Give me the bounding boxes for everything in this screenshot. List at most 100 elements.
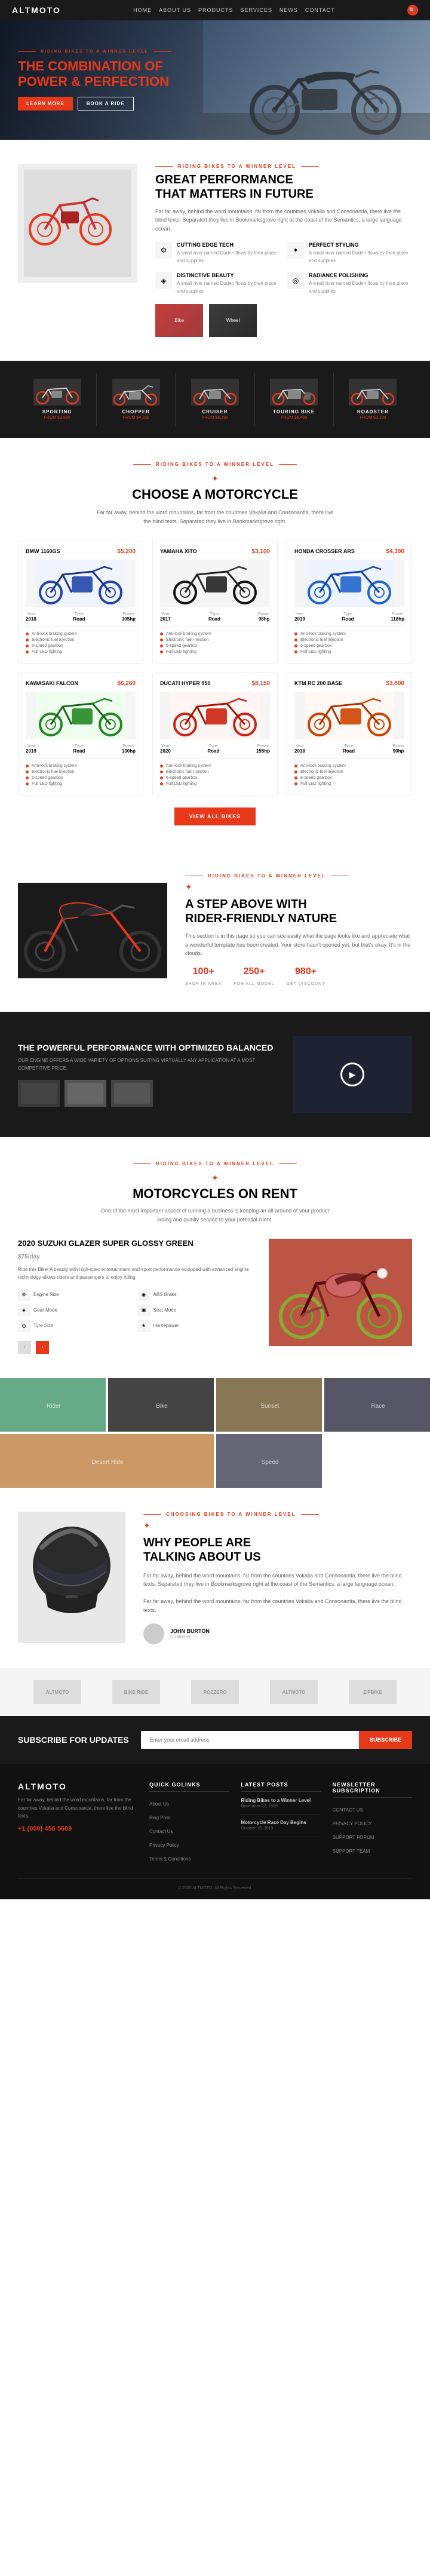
rental-next-button[interactable]: › [36, 1341, 49, 1354]
category-roadster[interactable]: ROADSTER FROM $3,190 [334, 373, 412, 426]
sporting-label: SPORTING [21, 409, 93, 415]
choose-section: RIDING BIKES TO A WINNER LEVEL ✦ CHOOSE … [0, 438, 430, 849]
moto-specs-ktm: Year2018 TypeRoad Power90hp [294, 744, 404, 754]
hero-section: RIDING BIKES TO A WINNER LEVEL THE COMBI… [0, 20, 430, 140]
moto-card-ducati: DUCATI HYPER 950 $8,150 Year2020 [152, 673, 278, 796]
gallery-item-6[interactable]: Speed + [216, 1434, 322, 1488]
footer-link-terms[interactable]: Terms & Conditions [149, 1856, 191, 1862]
nav-home[interactable]: HOME [133, 7, 152, 13]
moto-features-ducati: Anti-lock braking system Electronic fuel… [160, 759, 270, 786]
features-description: Far far away, behind the word mountains,… [155, 207, 412, 233]
features-section: RIDING BIKES TO A WINNER LEVEL GREAT PER… [0, 140, 430, 361]
rentals-section: RIDING BIKES TO A WINNER LEVEL ✦ MOTORCY… [0, 1137, 430, 1377]
category-cruiser[interactable]: CRUISER FROM $5,190 [176, 373, 254, 426]
engine-size-icon: ⚙ [18, 1289, 30, 1301]
partner-3: ROZZERO [191, 1680, 239, 1704]
moto-specs-honda: Year2019 TypeRoad Power118hp [294, 612, 404, 622]
chopper-image [112, 379, 160, 406]
roadster-bike-icon [349, 379, 397, 406]
nav-contact[interactable]: CONTACT [305, 7, 335, 13]
hero-buttons: LEARN MORE BOOK A RIDE [18, 97, 171, 110]
footer-col-posts: Latest Posts Riding Bikes to a Winner Le… [241, 1782, 320, 1866]
footer-bottom: © 2020 ALTMOTO. All Rights Reserved. [18, 1878, 412, 1890]
moto-specs-bmw: Year2018 TypeRoad Power105hp [26, 612, 136, 622]
rental-feature-4: ▣ Seat Mode [138, 1304, 254, 1316]
footer-grid: ALTMOTO Far far away, behind the word mo… [18, 1782, 412, 1866]
rentals-title: MOTORCYCLES ON RENT [18, 1186, 412, 1202]
tyre-size-icon: ◎ [18, 1320, 30, 1332]
category-sporting[interactable]: SPORTING FROM $3,890 [18, 373, 97, 426]
nav-products[interactable]: PRODUCTS [198, 7, 234, 13]
horsepower-icon: ★ [138, 1320, 150, 1332]
moto-features-bmw: Anti-lock braking system Electronic fuel… [26, 627, 136, 654]
features-image [18, 164, 137, 286]
moto-specs-ducati: Year2020 TypeRoad Power155hp [160, 744, 270, 754]
moto-price-ktm: $3,800 [386, 680, 404, 687]
beauty-icon: ◈ [155, 272, 172, 289]
footer-link-privacy[interactable]: Privacy Policy [149, 1843, 179, 1848]
footer: ALTMOTO Far far away, behind the word mo… [0, 1764, 430, 1899]
rental-prev-button[interactable]: ‹ [18, 1341, 31, 1354]
sporting-count: FROM $3,890 [21, 416, 93, 420]
video-thumb-3[interactable] [111, 1080, 153, 1107]
gallery-item-3[interactable]: Sunset + [216, 1378, 322, 1432]
nav-services[interactable]: SERVICES [241, 7, 272, 13]
subscribe-button[interactable]: SUBSCRIBE [359, 1731, 412, 1749]
hero-title: THE COMBINATION OF POWER & PERFECTION [18, 59, 171, 90]
hero-learn-more-button[interactable]: LEARN MORE [18, 97, 73, 110]
footer-link-contact[interactable]: Contact Us [149, 1829, 173, 1834]
nav-about[interactable]: ABOUT US [159, 7, 191, 13]
rental-features: ⚙ Engine Size ◉ ABS Brake ◈ Gear Mode ▣ … [18, 1289, 254, 1332]
footer-post-1: Riding Bikes to a Winner Level November … [241, 1798, 320, 1815]
rental-info: 2020 Suzuki Glazer Super Glossy Green $7… [18, 1239, 254, 1354]
feature-text-4: Radiance Polishing A small river named D… [309, 272, 412, 296]
gallery-item-1[interactable]: Rider + [0, 1378, 106, 1432]
partner-1: ALTMOTO [33, 1680, 81, 1704]
video-player[interactable]: ▶ [293, 1036, 412, 1113]
moto-card-honda: HONDA CROSSER ARS $4,390 [287, 541, 412, 664]
footer-newsletter-link-1[interactable]: CONTACT US [333, 1807, 363, 1813]
author-avatar [143, 1623, 164, 1644]
view-all-bikes-button[interactable]: VIEW ALL BIKES [174, 808, 256, 825]
footer-newsletter-link-3[interactable]: SUPPORT FORUM [333, 1835, 374, 1840]
hero-book-ride-button[interactable]: BOOK A RIDE [78, 97, 134, 110]
footer-links-list: About Us Blog Post Contact Us Privacy Po… [149, 1798, 229, 1863]
testimonial-text-1: Far far away, behind the word mountains,… [143, 1571, 412, 1589]
footer-col-about: ALTMOTO Far far away, behind the word mo… [18, 1782, 137, 1866]
search-button[interactable]: 🔍 [407, 5, 418, 16]
footer-newsletter-title: Newsletter Subscription [333, 1782, 412, 1798]
engine-size-label: Engine Size [33, 1292, 59, 1297]
video-thumb-1[interactable] [18, 1080, 60, 1107]
gear-mode-label: Gear Mode [33, 1307, 57, 1313]
choose-eyebrow: RIDING BIKES TO A WINNER LEVEL [18, 462, 412, 467]
category-touring[interactable]: TOURING BIKE FROM $6,490 [255, 373, 334, 426]
rental-feature-6: ★ Horsepower [138, 1320, 254, 1332]
rental-bike-graphic [269, 1239, 412, 1346]
eco-bike-image [18, 883, 167, 978]
footer-link-about[interactable]: About Us [149, 1801, 169, 1807]
eco-divider-icon: ✦ [185, 882, 412, 892]
moto-price-ducati: $8,150 [251, 680, 270, 687]
features-title: GREAT PERFORMANCE THAT MATTERS IN FUTURE [155, 173, 412, 201]
gallery-item-5[interactable]: Desert Ride + [0, 1434, 214, 1488]
gear-mode-icon: ◈ [18, 1304, 30, 1316]
moto-card-ktm: KTM RC 200 BASE $3,800 Year2018 [287, 673, 412, 796]
video-thumb-2[interactable] [64, 1080, 106, 1107]
gallery-item-2[interactable]: Bike + [108, 1378, 214, 1432]
hero-eyebrow: RIDING BIKES TO A WINNER LEVEL [18, 50, 171, 54]
motorcycle-grid: BMW 1160GS $5,200 Year2018 Type [18, 541, 412, 796]
eco-content: RIDING BIKES TO A WINNER LEVEL ✦ A STEP … [185, 873, 412, 988]
category-chopper[interactable]: CHOPPER FROM $4,290 [97, 373, 176, 426]
gallery-item-4[interactable]: Race + [324, 1378, 430, 1432]
eco-stat-1: 100+ SHOP IN AREA [185, 966, 222, 988]
nav-news[interactable]: NEWS [280, 7, 298, 13]
moto-specs-kawasaki: Year2019 TypeRoad Power130hp [26, 744, 136, 754]
sporting-bike-icon [33, 379, 81, 406]
eco-description: This section is in this page so you can … [185, 932, 412, 957]
footer-link-blog[interactable]: Blog Post [149, 1815, 170, 1820]
footer-newsletter-link-4[interactable]: SUPPORT TEAM [333, 1849, 370, 1854]
subscribe-email-input[interactable] [141, 1731, 359, 1749]
testimonial-content: CHOOSING BIKES TO A WINNER LEVEL ✦ WHY P… [143, 1512, 412, 1645]
rental-name: 2020 Suzuki Glazer Super Glossy Green [18, 1239, 254, 1248]
footer-newsletter-link-2[interactable]: PRIVACY POLICY [333, 1821, 372, 1826]
